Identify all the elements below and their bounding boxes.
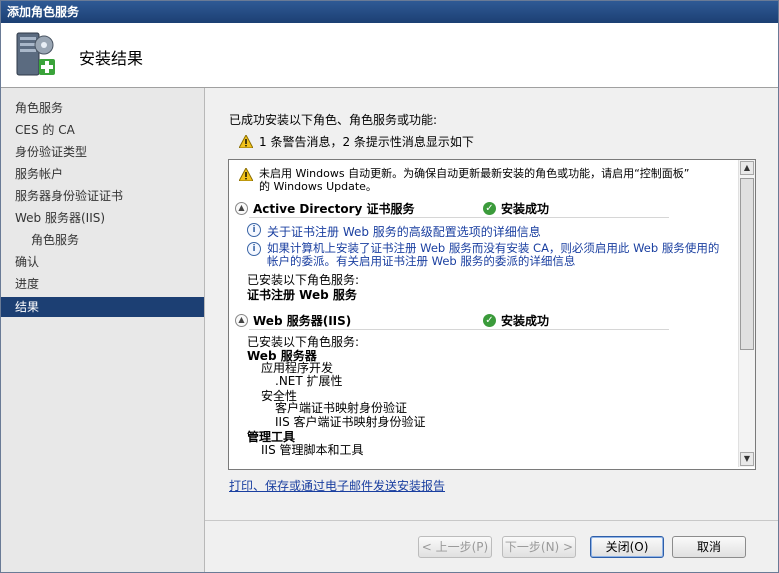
- section-iis-header[interactable]: ▲ Web 服务器(IIS): [235, 312, 351, 329]
- info-message-2[interactable]: i 如果计算机上安装了证书注册 Web 服务而没有安装 CA，则必须启用此 We…: [247, 242, 719, 268]
- previous-button[interactable]: < 上一步(P): [418, 536, 492, 558]
- nav-item-server-auth-cert[interactable]: 服务器身份验证证书: [1, 186, 204, 206]
- intro-text: 已成功安装以下角色、角色服务或功能:: [229, 113, 438, 127]
- main-panel: 已成功安装以下角色、角色服务或功能: 1 条警告消息，2 条提示性消息显示如下 …: [205, 88, 778, 572]
- nav-item-role-services[interactable]: 角色服务: [1, 98, 204, 118]
- nav-item-progress[interactable]: 进度: [1, 274, 204, 294]
- section-iis-status-text: 安装成功: [501, 314, 550, 328]
- info-message-1[interactable]: i 关于证书注册 Web 服务的高级配置选项的详细信息: [247, 223, 541, 240]
- section-ad-cs-status-text: 安装成功: [501, 202, 550, 216]
- nav-item-auth-type[interactable]: 身份验证类型: [1, 142, 204, 162]
- nav-item-web-server-iis[interactable]: Web 服务器(IIS): [1, 208, 204, 228]
- collapse-icon[interactable]: ▲: [235, 314, 248, 327]
- nav-item-service-account[interactable]: 服务帐户: [1, 164, 204, 184]
- info-link-1[interactable]: 关于证书注册 Web 服务的高级配置选项的详细信息: [267, 223, 541, 240]
- results-content: 未启用 Windows 自动更新。为确保自动更新最新安装的角色或功能，请启用“控…: [229, 160, 737, 467]
- tree-iis-client-cert: IIS 客户端证书映射身份验证: [275, 415, 426, 429]
- section-iis-status: ✓ 安装成功: [483, 312, 549, 329]
- wizard-nav: 角色服务 CES 的 CA 身份验证类型 服务帐户 服务器身份验证证书 Web …: [1, 88, 205, 572]
- results-panel[interactable]: 未启用 Windows 自动更新。为确保自动更新最新安装的角色或功能，请启用“控…: [228, 159, 756, 470]
- warning-icon: [239, 168, 253, 181]
- warning-summary-text: 1 条警告消息，2 条提示性消息显示如下: [259, 135, 474, 149]
- close-button[interactable]: 关闭(O): [590, 536, 664, 558]
- report-link[interactable]: 打印、保存或通过电子邮件发送安装报告: [229, 477, 445, 494]
- scroll-up-icon[interactable]: ▲: [740, 161, 754, 175]
- scroll-thumb[interactable]: [740, 178, 754, 350]
- info-message-2-text: 如果计算机上安装了证书注册 Web 服务而没有安装 CA，则必须启用此 Web …: [267, 242, 719, 268]
- next-button[interactable]: 下一步(N) >: [502, 536, 576, 558]
- nav-item-confirm[interactable]: 确认: [1, 252, 204, 272]
- warning-icon: [239, 135, 253, 148]
- add-role-services-window: 添加角色服务 安装结果 角色服务 CES 的 CA 身份验证类型 服务帐户 服务…: [0, 0, 779, 573]
- success-check-icon: ✓: [483, 314, 496, 327]
- section-ad-cs-status: ✓ 安装成功: [483, 200, 549, 217]
- info-icon: i: [247, 223, 261, 237]
- window-title: 添加角色服务: [7, 5, 80, 19]
- section-iis-title: Web 服务器(IIS): [253, 314, 352, 328]
- cancel-button[interactable]: 取消: [672, 536, 746, 558]
- wizard-header: 安装结果: [1, 23, 778, 88]
- info-link-2[interactable]: 帐户的委派。有关启用证书注册 Web 服务的委派的详细信息: [267, 254, 575, 268]
- server-gear-add-icon: [16, 32, 55, 76]
- warning-summary: 1 条警告消息，2 条提示性消息显示如下: [239, 133, 474, 150]
- nav-item-iis-role-services[interactable]: 角色服务: [1, 230, 204, 250]
- title-bar[interactable]: 添加角色服务: [1, 1, 778, 23]
- divider: [205, 520, 778, 521]
- page-title: 安装结果: [79, 49, 144, 68]
- section-ad-cs-title: Active Directory 证书服务: [253, 202, 415, 216]
- update-warning-line2: 的 Windows Update。: [259, 180, 377, 193]
- installed-item-ces: 证书注册 Web 服务: [247, 288, 357, 302]
- success-check-icon: ✓: [483, 202, 496, 215]
- divider: [249, 217, 669, 218]
- tree-iis-scripts: IIS 管理脚本和工具: [261, 443, 364, 457]
- vertical-scrollbar[interactable]: ▲ ▼: [738, 160, 755, 467]
- nav-item-results[interactable]: 结果: [1, 297, 204, 317]
- divider: [249, 329, 669, 330]
- collapse-icon[interactable]: ▲: [235, 202, 248, 215]
- nav-item-ces-ca[interactable]: CES 的 CA: [1, 120, 204, 140]
- scroll-down-icon[interactable]: ▼: [740, 452, 754, 466]
- section-ad-cs-header[interactable]: ▲ Active Directory 证书服务: [235, 200, 415, 217]
- info-icon: i: [247, 242, 261, 256]
- info-message-2-line1: 如果计算机上安装了证书注册 Web 服务而没有安装 CA，则必须启用此 Web …: [267, 241, 720, 255]
